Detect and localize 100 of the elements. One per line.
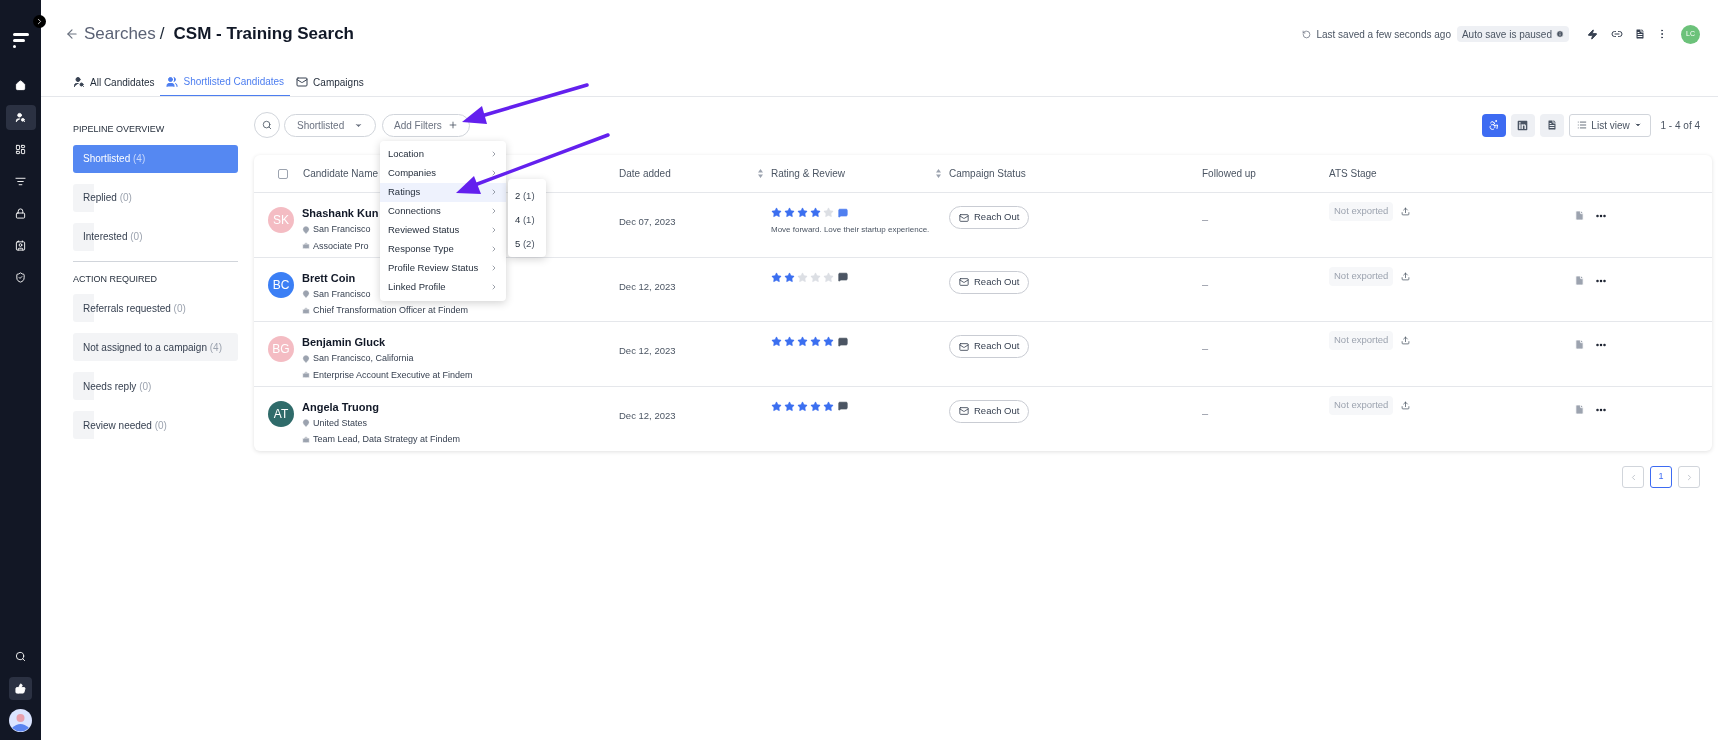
submenu-item[interactable]: 5 (2) — [508, 233, 546, 254]
mail-icon — [959, 341, 969, 352]
menu-item[interactable]: Response Type — [380, 239, 506, 259]
linkedin-view-button[interactable] — [1510, 113, 1535, 137]
menu-item[interactable]: Linked Profile — [380, 277, 506, 297]
lightning-icon[interactable] — [1587, 28, 1598, 40]
pipeline-item[interactable]: Not assigned to a campaign (4) — [73, 333, 238, 361]
submenu-item[interactable]: 4 (1) — [508, 209, 546, 230]
star-icon[interactable] — [784, 336, 795, 347]
menu-item[interactable]: Connections — [380, 201, 506, 221]
upload-icon[interactable] — [1401, 336, 1411, 345]
star-icon[interactable] — [784, 207, 795, 218]
column-header: Campaign Status — [949, 167, 1026, 181]
date-added: Dec 07, 2023 — [619, 216, 676, 227]
star-icon[interactable] — [797, 400, 808, 412]
document-view-button[interactable] — [1539, 113, 1564, 137]
chevron-icon — [490, 283, 498, 291]
menu-item[interactable]: Ratings — [380, 182, 506, 202]
link-icon[interactable] — [1611, 28, 1623, 40]
candidate-title: Chief Transformation Officer at Findem — [313, 304, 468, 317]
thumbs-icon[interactable] — [9, 677, 32, 700]
menu-item[interactable]: Profile Review Status — [380, 258, 506, 278]
briefcase-icon — [302, 306, 310, 315]
followed-up-value: – — [1202, 406, 1209, 419]
date-added: Dec 12, 2023 — [619, 280, 676, 292]
star-icon[interactable] — [771, 207, 782, 218]
column-header: Followed up — [1202, 167, 1256, 181]
candidate-title: Team Lead, Data Strategy at Findem — [313, 433, 461, 446]
date-added: Dec 12, 2023 — [619, 345, 676, 356]
star-icon[interactable] — [784, 271, 795, 283]
star-icon[interactable] — [810, 400, 821, 412]
sort-icon[interactable] — [758, 169, 763, 178]
back-icon[interactable] — [65, 27, 79, 41]
chevron-icon — [490, 264, 498, 272]
candidate-location: United States — [313, 416, 368, 430]
plus-icon — [447, 120, 458, 130]
briefcase-icon — [302, 242, 310, 251]
chevron-icon — [490, 188, 498, 196]
accessibility-view-button[interactable] — [1481, 113, 1506, 137]
star-icon[interactable] — [797, 336, 808, 347]
search-icon — [262, 120, 272, 130]
tab[interactable]: Campaigns — [290, 68, 370, 96]
upload-icon[interactable] — [1401, 400, 1411, 410]
person-search-icon[interactable] — [5, 105, 36, 130]
person-search-icon — [73, 76, 85, 88]
user-avatar[interactable] — [9, 709, 32, 732]
ats-status-badge: Not exported — [1329, 395, 1394, 415]
star-icon[interactable] — [810, 207, 821, 218]
section-title: PIPELINE OVERVIEW — [73, 123, 166, 136]
briefcase-icon — [302, 435, 310, 444]
candidate-name[interactable]: Angela Truong — [302, 400, 461, 414]
candidate-avatar: BC — [268, 271, 294, 298]
ats-status-badge: Not exported — [1329, 202, 1394, 221]
select-all-checkbox[interactable] — [278, 168, 288, 179]
breadcrumb-link[interactable]: Searches — [84, 21, 156, 47]
column-header: Candidate Name — [303, 167, 379, 181]
menu-item[interactable]: Companies — [380, 163, 506, 183]
review-icon[interactable] — [838, 272, 848, 282]
review-icon[interactable] — [838, 207, 848, 218]
column-header[interactable]: Date added — [619, 166, 763, 181]
date-added: Dec 12, 2023 — [619, 409, 676, 421]
tab[interactable]: Shortlisted Candidates — [160, 68, 291, 96]
mail-icon — [959, 406, 969, 416]
list-view-dropdown[interactable]: List view — [1568, 113, 1651, 137]
tab[interactable]: All Candidates — [67, 68, 161, 96]
followed-up-value: – — [1202, 213, 1209, 225]
ats-status-badge: Not exported — [1329, 266, 1394, 286]
star-icon[interactable] — [810, 336, 821, 347]
upload-icon[interactable] — [1401, 271, 1411, 281]
upload-icon[interactable] — [1401, 207, 1411, 216]
candidate-name[interactable]: Shashank Kun — [302, 207, 379, 220]
candidate-name[interactable]: Benjamin Gluck — [302, 336, 473, 349]
page-button[interactable]: 1 — [1650, 466, 1672, 488]
star-icon[interactable] — [823, 336, 834, 347]
candidate-title: Enterprise Account Executive at Findem — [313, 368, 473, 382]
star-icon[interactable] — [797, 207, 808, 218]
column-header[interactable]: Rating & Review — [771, 166, 941, 181]
section-title: ACTION REQUIRED — [73, 272, 158, 286]
sort-icon[interactable] — [936, 169, 941, 178]
document-icon[interactable] — [1634, 28, 1646, 40]
star-icon[interactable] — [823, 400, 834, 412]
caret-icon — [1633, 121, 1642, 129]
logo-icon[interactable] — [12, 33, 29, 48]
menu-item[interactable]: Reviewed Status — [380, 220, 506, 240]
document-icon — [1545, 119, 1558, 131]
menu-item[interactable]: Location — [380, 144, 506, 164]
info-icon[interactable] — [1556, 30, 1564, 38]
review-icon[interactable] — [838, 401, 848, 411]
mail-icon — [959, 277, 969, 287]
star-icon[interactable] — [771, 336, 782, 347]
star-icon[interactable] — [771, 400, 782, 412]
star-icon[interactable] — [784, 400, 795, 412]
ats-status-badge: Not exported — [1329, 331, 1394, 350]
star-icon[interactable] — [771, 271, 782, 283]
submenu-item[interactable]: 2 (1) — [508, 185, 546, 206]
chevron-icon — [490, 226, 498, 234]
expand-icon[interactable] — [33, 15, 46, 28]
review-icon[interactable] — [838, 336, 848, 347]
candidate-avatar: AT — [268, 400, 294, 427]
mail-icon — [959, 212, 969, 223]
